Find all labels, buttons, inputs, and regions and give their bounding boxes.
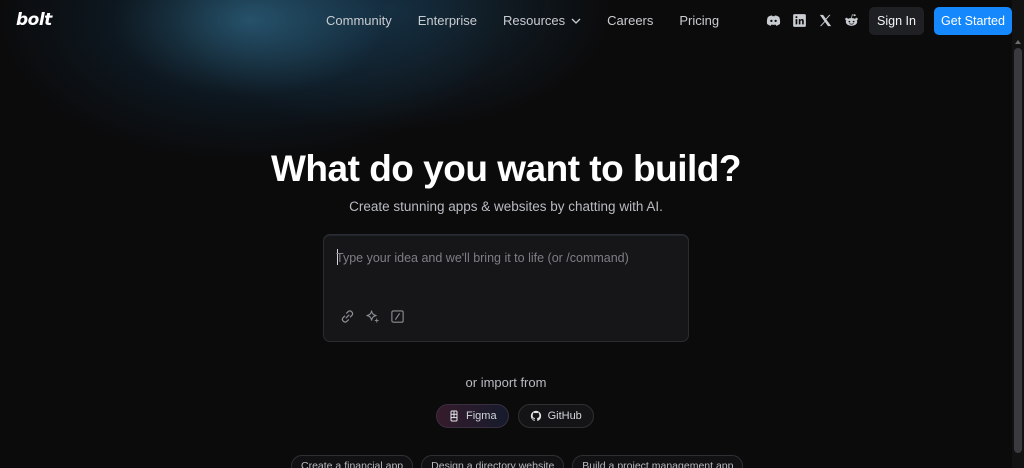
nav-pricing[interactable]: Pricing	[679, 13, 719, 28]
get-started-button[interactable]: Get Started	[934, 7, 1012, 35]
github-icon	[530, 410, 541, 421]
reddit-icon[interactable]	[843, 12, 860, 29]
nav-community[interactable]: Community	[326, 13, 392, 28]
link-icon[interactable]	[340, 309, 355, 324]
sign-in-button[interactable]: Sign In	[869, 7, 924, 35]
suggestion-chip[interactable]: Create a financial app	[291, 455, 414, 468]
import-label: or import from	[465, 375, 547, 390]
nav-careers[interactable]: Careers	[607, 13, 653, 28]
prompt-box[interactable]	[323, 234, 689, 342]
figma-label: Figma	[466, 410, 497, 422]
top-navbar: bolt Community Enterprise Resources Care…	[0, 0, 1012, 42]
x-icon[interactable]	[817, 12, 834, 29]
prompt-input[interactable]	[336, 248, 676, 268]
hero-subtitle: Create stunning apps & websites by chatt…	[349, 199, 663, 214]
hero-title: What do you want to build?	[271, 148, 741, 189]
nav-enterprise-label: Enterprise	[417, 13, 477, 28]
scroll-up-icon[interactable]	[1015, 40, 1021, 44]
main-nav: Community Enterprise Resources Careers P…	[326, 13, 745, 28]
chevron-down-icon	[571, 18, 581, 24]
command-icon[interactable]	[390, 309, 405, 324]
nav-community-label: Community	[326, 13, 392, 28]
nav-pricing-label: Pricing	[679, 13, 720, 28]
discord-icon[interactable]	[765, 12, 782, 29]
import-figma-button[interactable]: Figma	[436, 404, 509, 428]
page-scrollbar[interactable]	[1012, 0, 1024, 468]
import-github-button[interactable]: GitHub	[517, 404, 594, 428]
sparkle-icon[interactable]	[365, 309, 380, 324]
linkedin-icon[interactable]	[791, 12, 808, 29]
nav-resources-label: Resources	[503, 13, 566, 28]
suggestion-chip[interactable]: Design a directory website	[421, 455, 565, 468]
suggestion-chip[interactable]: Build a project management app	[572, 455, 744, 468]
suggestion-chips: Create a financial app Design a director…	[291, 455, 744, 468]
nav-careers-label: Careers	[607, 13, 654, 28]
bolt-logo[interactable]: bolt	[16, 10, 52, 30]
github-label: GitHub	[547, 410, 582, 422]
import-sources: Figma GitHub	[436, 404, 594, 428]
prompt-toolbar	[340, 309, 405, 324]
page: bolt Community Enterprise Resources Care…	[0, 0, 1024, 468]
nav-resources[interactable]: Resources	[503, 13, 581, 28]
nav-enterprise[interactable]: Enterprise	[418, 13, 477, 28]
scroll-thumb[interactable]	[1014, 48, 1022, 453]
social-links	[765, 12, 860, 29]
figma-icon	[450, 410, 458, 422]
